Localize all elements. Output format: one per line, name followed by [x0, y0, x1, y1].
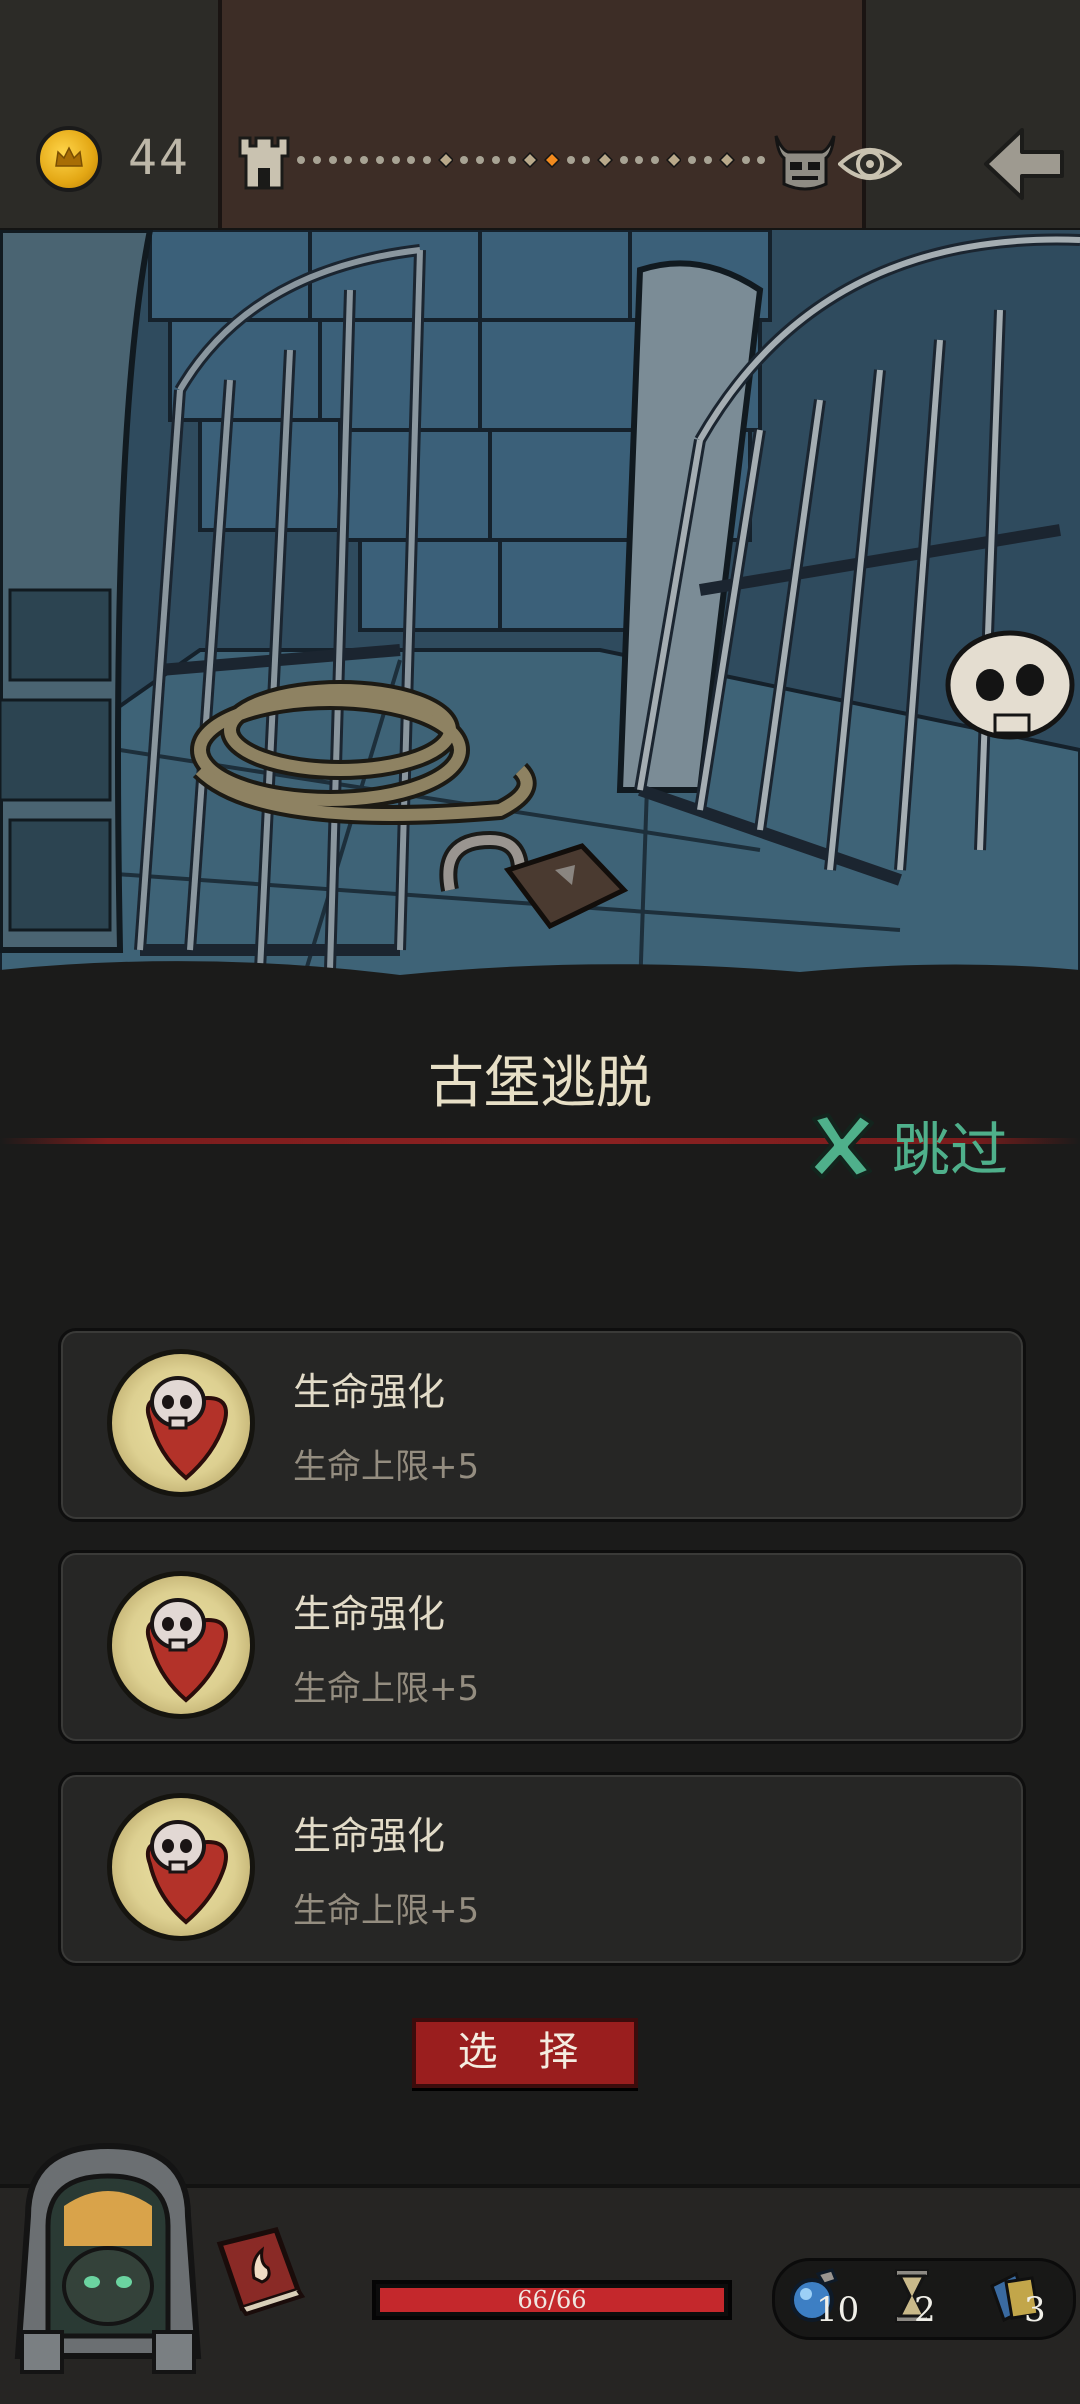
top-bar — [0, 0, 1080, 232]
hp-text: 66/66 — [517, 2286, 587, 2314]
option-description: 生命上限+5 — [293, 1669, 480, 1709]
hp-bar: 66/66 — [372, 2280, 732, 2320]
spellbook-icon[interactable] — [210, 2224, 306, 2316]
hero-portrait-icon[interactable] — [8, 2136, 208, 2376]
cards-count: 3 — [1024, 2290, 1046, 2330]
coin-count: 44 — [128, 130, 190, 186]
crown-coin-icon — [36, 126, 102, 192]
path-dot — [423, 156, 431, 164]
map-progress-panel — [218, 0, 866, 228]
path-diamond — [665, 152, 682, 168]
option-title: 生命强化 — [293, 1592, 446, 1636]
path-dot — [407, 156, 416, 164]
path-dot — [566, 156, 575, 164]
path-dot — [375, 156, 384, 164]
skull-heart-icon — [107, 1793, 255, 1941]
back-arrow-icon[interactable] — [982, 126, 1066, 202]
skip-button[interactable]: 跳过 — [806, 1100, 1008, 1190]
potion-count: 10 — [816, 2290, 860, 2330]
castle-tower-icon — [238, 136, 290, 190]
path-dot — [704, 156, 713, 164]
path-diamond — [437, 152, 454, 168]
path-dot — [476, 156, 485, 164]
hourglass-count: 2 — [914, 2290, 936, 2330]
path-dot — [297, 156, 305, 164]
path-dot — [582, 156, 591, 164]
skip-x-icon — [810, 1113, 874, 1179]
path-diamond — [597, 152, 613, 168]
path-dot — [651, 156, 660, 164]
path-dot — [460, 156, 469, 164]
skip-label: 跳过 — [892, 1116, 1009, 1184]
skull-heart-icon — [107, 1349, 255, 1497]
path-dot — [491, 156, 500, 164]
path-dot — [312, 156, 321, 164]
skull-heart-icon — [107, 1571, 255, 1719]
current-node-marker — [543, 152, 560, 168]
option-card[interactable]: 生命强化 生命上限+5 — [58, 1550, 1026, 1744]
map-path-track — [296, 150, 766, 170]
select-button[interactable]: 选 择 — [412, 2018, 638, 2088]
option-description: 生命上限+5 — [293, 1447, 480, 1487]
spiral-eye-icon[interactable] — [838, 140, 902, 188]
path-dot — [507, 156, 516, 164]
option-title: 生命强化 — [293, 1370, 446, 1414]
horned-boss-icon[interactable] — [770, 130, 840, 194]
option-description: 生命上限+5 — [293, 1891, 480, 1931]
path-dot — [391, 156, 400, 164]
event-illustration — [0, 230, 1080, 990]
option-card[interactable]: 生命强化 生命上限+5 — [58, 1772, 1026, 1966]
option-card[interactable]: 生命强化 生命上限+5 — [58, 1328, 1026, 1522]
option-title: 生命强化 — [293, 1814, 446, 1858]
path-dot — [328, 156, 337, 164]
path-diamond — [718, 152, 735, 168]
path-dot — [619, 156, 628, 164]
path-dot — [741, 156, 750, 164]
path-dot — [688, 156, 697, 164]
path-dot — [757, 156, 766, 164]
path-diamond — [522, 152, 538, 168]
path-dot — [635, 156, 644, 164]
path-dot — [360, 156, 368, 164]
path-dot — [344, 156, 353, 164]
